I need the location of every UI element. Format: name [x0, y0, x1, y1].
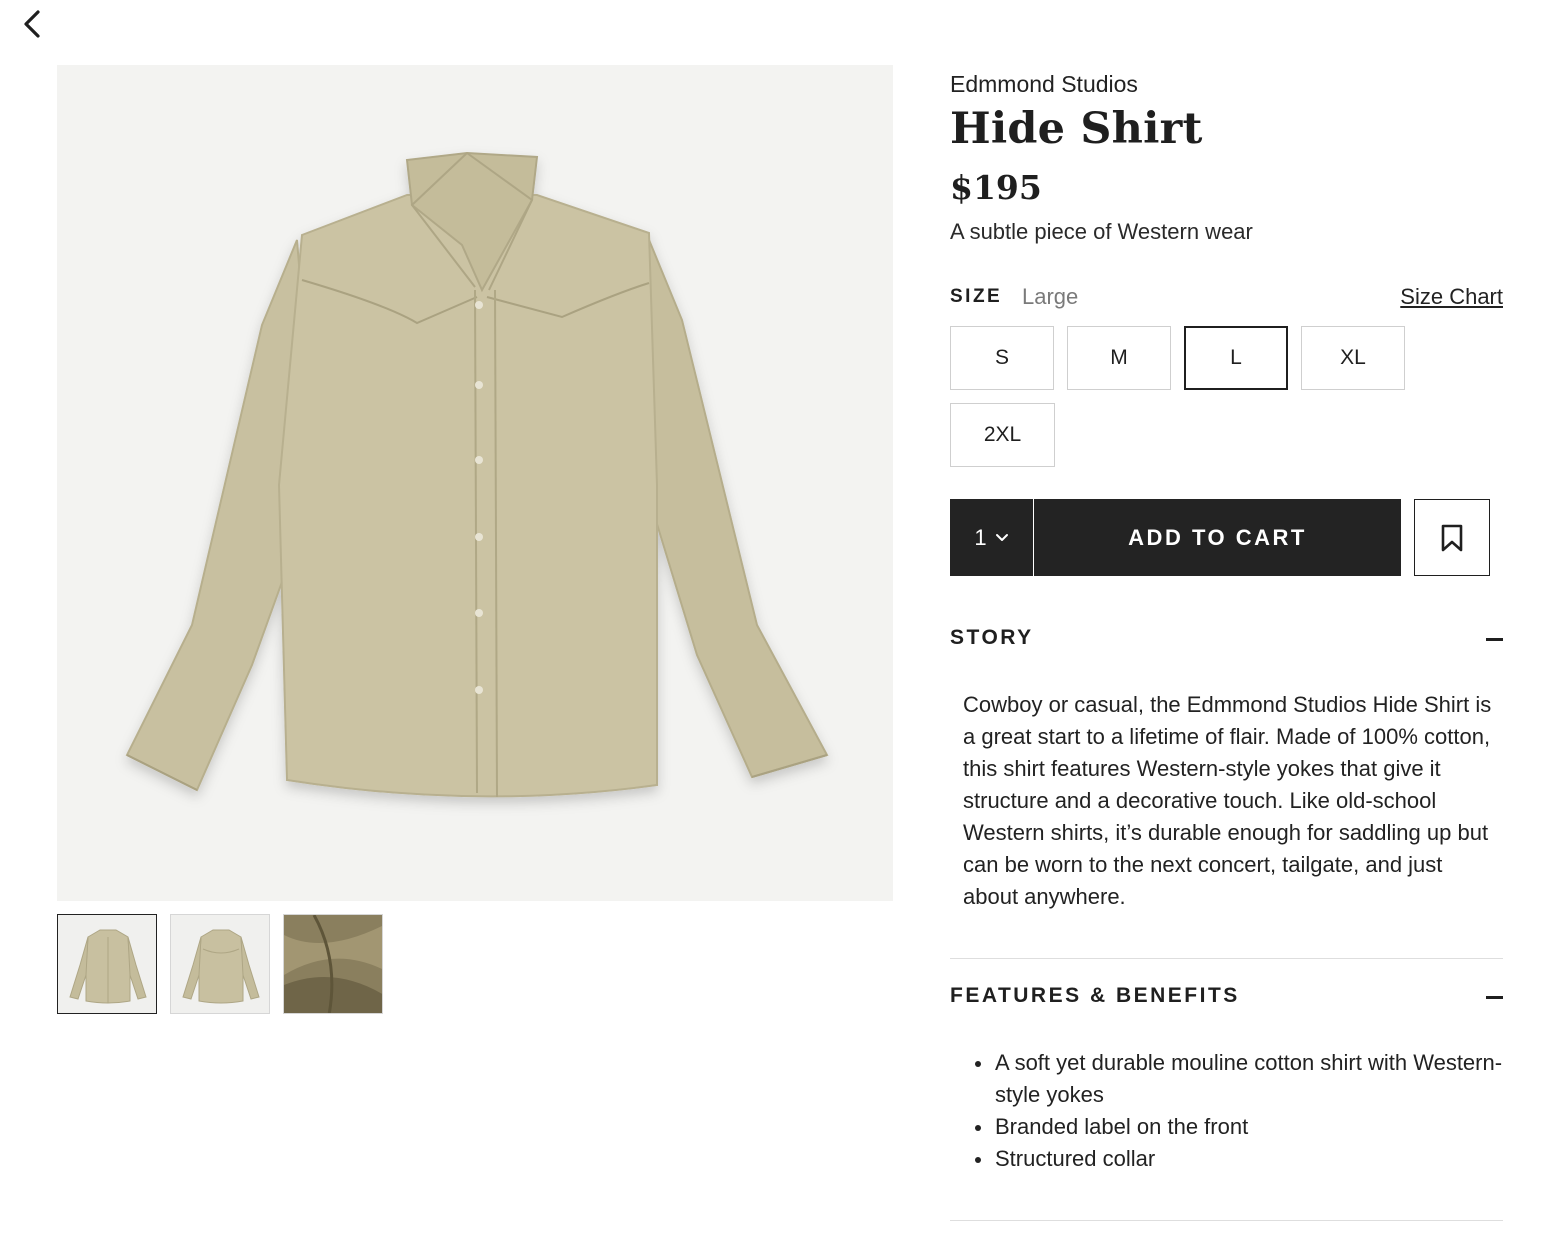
thumbnail-strip: [57, 914, 383, 1014]
back-button[interactable]: [18, 8, 48, 40]
cart-controls: 1 ADD TO CART: [950, 499, 1490, 576]
fabric-texture-thumbnail: [284, 915, 382, 1013]
product-tagline: A subtle piece of Western wear: [950, 219, 1253, 244]
size-chart-link[interactable]: Size Chart: [1400, 284, 1503, 310]
features-list: A soft yet durable mouline cotton shirt …: [963, 1047, 1525, 1175]
brand-name[interactable]: Edmmond Studios: [950, 71, 1503, 98]
save-button[interactable]: [1414, 499, 1490, 576]
accordion-story-header[interactable]: STORY: [950, 626, 1503, 656]
quantity-select[interactable]: 1: [950, 499, 1033, 576]
story-text: Cowboy or casual, the Edmmond Studios Hi…: [963, 692, 1492, 909]
selected-size-value: Large: [1022, 284, 1079, 309]
features-heading: FEATURES & BENEFITS: [950, 984, 1240, 1007]
thumbnail-back[interactable]: [170, 914, 270, 1014]
bookmark-icon: [1441, 524, 1463, 551]
shirt-back-thumbnail: [182, 929, 260, 1004]
size-option-l[interactable]: L: [1184, 326, 1288, 390]
product-image[interactable]: [57, 65, 893, 901]
list-item: Structured collar: [975, 1143, 1525, 1175]
list-item: Branded label on the front: [975, 1111, 1525, 1143]
thumbnail-front[interactable]: [57, 914, 157, 1014]
list-item: A soft yet durable mouline cotton shirt …: [975, 1047, 1525, 1111]
story-heading: STORY: [950, 626, 1034, 649]
size-option-2xl[interactable]: 2XL: [950, 403, 1055, 467]
product-price: $195: [950, 168, 1042, 207]
chevron-down-icon: [995, 533, 1008, 541]
add-to-cart-button[interactable]: ADD TO CART: [1034, 499, 1401, 576]
size-option-m[interactable]: M: [1067, 326, 1171, 390]
section-divider: [950, 1220, 1503, 1221]
shirt-front-thumbnail: [69, 929, 147, 1004]
minus-icon: [1486, 996, 1503, 999]
product-title: Hide Shirt: [950, 104, 1203, 154]
size-option-xl[interactable]: XL: [1301, 326, 1405, 390]
shirt-illustration: [125, 151, 829, 798]
minus-icon: [1486, 638, 1503, 641]
product-info: Edmmond Studios Hide Shirt $195 A subtle…: [950, 70, 1503, 1221]
size-option-s[interactable]: S: [950, 326, 1054, 390]
thumbnail-fabric-detail[interactable]: [283, 914, 383, 1014]
size-header: SIZE Large Size Chart: [950, 284, 1503, 312]
chevron-left-icon: [24, 10, 40, 38]
quantity-value: 1: [974, 524, 987, 550]
section-divider: [950, 958, 1503, 959]
size-label: SIZE: [950, 286, 1003, 307]
accordion-features-header[interactable]: FEATURES & BENEFITS: [950, 984, 1503, 1014]
